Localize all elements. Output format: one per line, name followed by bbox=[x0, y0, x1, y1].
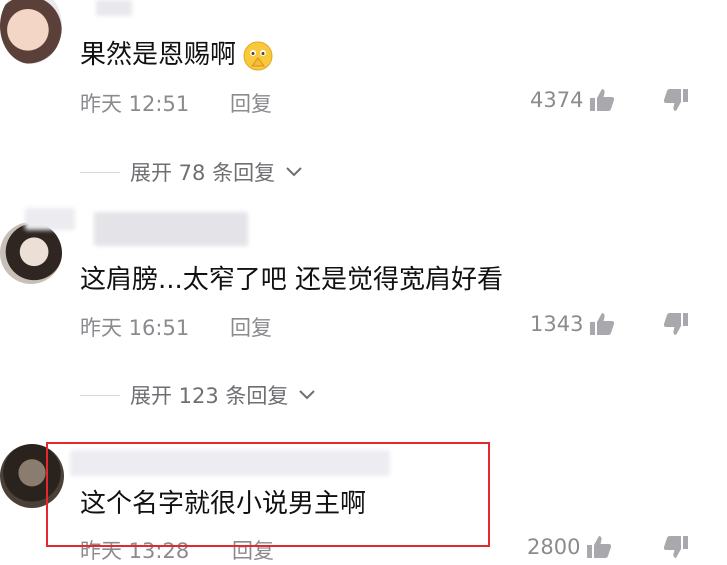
username-blurred[interactable] bbox=[96, 0, 132, 16]
thumb-down-icon[interactable] bbox=[663, 535, 689, 559]
like-button[interactable]: 1343 bbox=[530, 312, 615, 336]
comment-time: 昨天 16:51 bbox=[80, 316, 190, 340]
expand-replies-label: 展开 78 条回复 bbox=[130, 161, 276, 185]
avatar[interactable] bbox=[0, 0, 62, 64]
like-count: 4374 bbox=[530, 88, 584, 112]
like-count: 2800 bbox=[527, 535, 581, 559]
thumb-up-icon bbox=[587, 536, 612, 558]
divider-line bbox=[80, 171, 120, 173]
praying-face-emoji-icon bbox=[243, 41, 273, 70]
thumb-down-icon[interactable] bbox=[663, 312, 689, 336]
thumb-up-icon bbox=[590, 89, 615, 111]
comment-text: 果然是恩赐啊 bbox=[80, 34, 274, 72]
comment-time: 昨天 12:51 bbox=[80, 92, 190, 116]
reply-button[interactable]: 回复 bbox=[230, 312, 272, 342]
expand-replies-label: 展开 123 条回复 bbox=[130, 384, 289, 408]
like-count: 1343 bbox=[530, 312, 584, 336]
chevron-down-icon bbox=[286, 167, 302, 177]
highlight-annotation-box bbox=[46, 442, 490, 547]
like-button[interactable]: 4374 bbox=[530, 88, 615, 112]
username-blurred[interactable] bbox=[94, 212, 248, 246]
like-button[interactable]: 2800 bbox=[527, 535, 612, 559]
username-blurred[interactable] bbox=[25, 208, 75, 230]
thumb-down-icon[interactable] bbox=[663, 88, 689, 112]
avatar[interactable] bbox=[0, 222, 62, 284]
expand-replies-button[interactable]: 展开 78 条回复 bbox=[80, 157, 303, 187]
chevron-down-icon bbox=[299, 390, 316, 400]
expand-replies-button[interactable]: 展开 123 条回复 bbox=[80, 380, 316, 410]
thumb-up-icon bbox=[590, 313, 615, 335]
divider-line bbox=[80, 394, 120, 396]
comment-text: 这肩膀...太窄了吧 还是觉得宽肩好看 bbox=[80, 265, 504, 295]
reply-button[interactable]: 回复 bbox=[230, 88, 272, 118]
